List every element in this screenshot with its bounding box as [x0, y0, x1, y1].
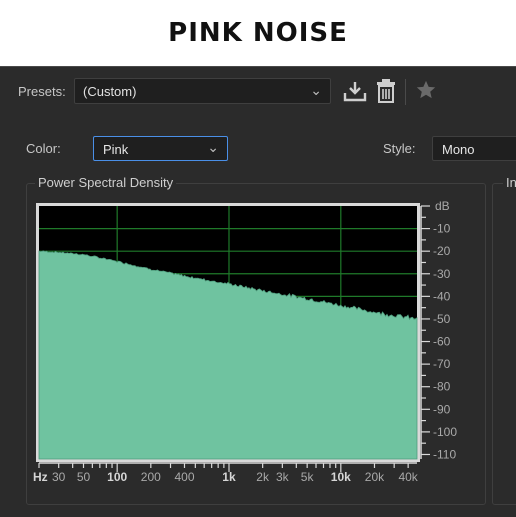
y-tick-label: -30 — [433, 267, 451, 281]
y-tick-label: -40 — [433, 289, 451, 303]
x-tick-label: 2k — [256, 470, 270, 484]
x-tick-label: 20k — [365, 470, 385, 484]
x-tick-label: 40k — [398, 470, 418, 484]
x-tick-label: 1k — [222, 470, 236, 484]
x-tick-label: 400 — [174, 470, 194, 484]
page-title: PINK NOISE — [168, 18, 348, 48]
y-tick-label: -100 — [433, 425, 457, 439]
x-tick-label: 3k — [276, 470, 290, 484]
y-tick-label: -60 — [433, 335, 451, 349]
x-unit-label: Hz — [33, 470, 48, 484]
y-tick-label: -50 — [433, 312, 451, 326]
x-tick-label: 100 — [107, 470, 127, 484]
y-tick-label: -20 — [433, 244, 451, 258]
x-tick-label: 10k — [331, 470, 351, 484]
y-tick-label: -80 — [433, 380, 451, 394]
psd-chart: dB -10 -20 -30 -40 -50 -60 -70 -80 -90 -100 -110 Hz 3… — [33, 199, 457, 484]
x-tick-label: 30 — [52, 470, 66, 484]
y-tick-label: -10 — [433, 222, 451, 236]
x-tick-label: 5k — [301, 470, 315, 484]
x-tick-label: 50 — [77, 470, 91, 484]
pink-noise-panel: Presets: (Custom) ⌄ Color: Pink ⌄ Style:… — [0, 66, 516, 517]
y-tick-label: -90 — [433, 402, 451, 416]
y-tick-label: -70 — [433, 357, 451, 371]
y-tick-label: -110 — [433, 447, 456, 461]
x-tick-label: 200 — [141, 470, 161, 484]
y-unit-label: dB — [435, 199, 450, 213]
